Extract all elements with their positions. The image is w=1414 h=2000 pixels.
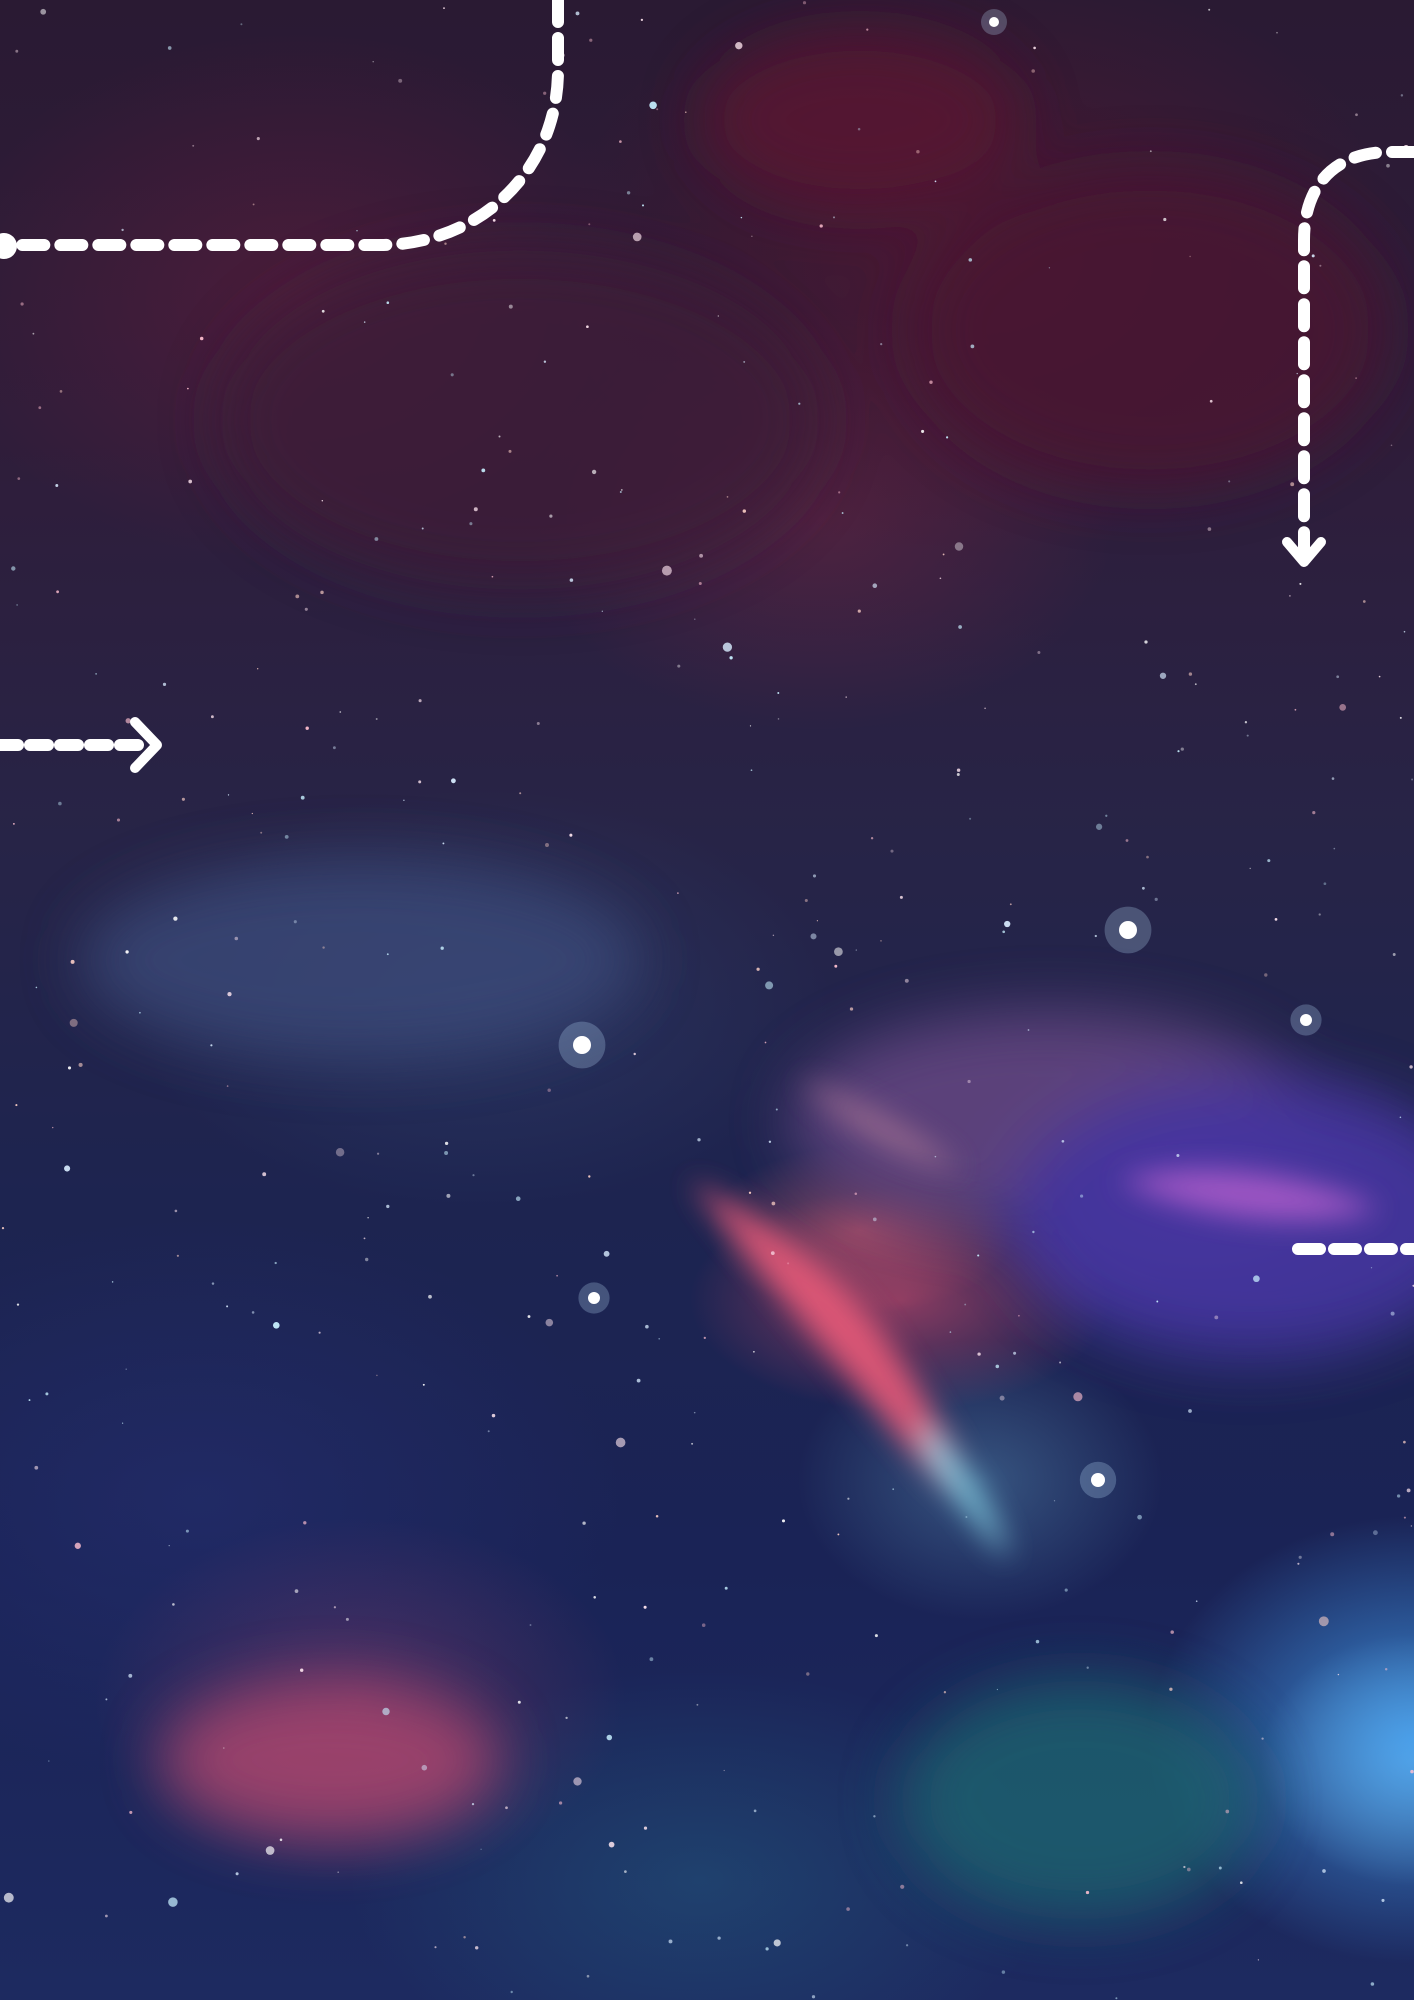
chevron-right-icon bbox=[0, 717, 162, 773]
nebula-background bbox=[0, 0, 1414, 2000]
dashed-arrows bbox=[0, 0, 1414, 1255]
chevron-down-icon bbox=[1282, 146, 1414, 567]
dashed-curve-connector bbox=[0, 0, 564, 259]
